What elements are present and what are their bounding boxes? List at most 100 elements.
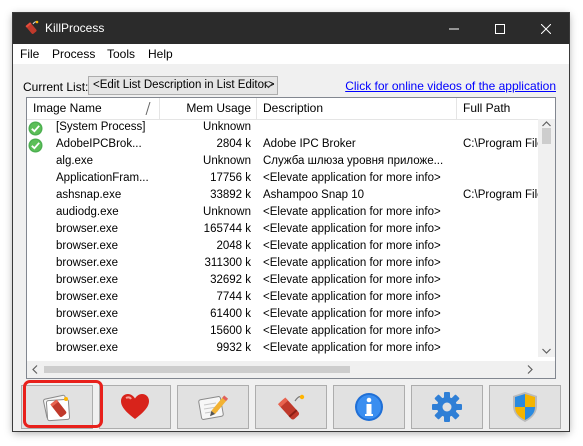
cell-image-name: audiodg.exe	[56, 206, 119, 218]
dynamite-button[interactable]	[255, 385, 327, 429]
scroll-right-icon[interactable]	[527, 365, 533, 374]
menu-help[interactable]: Help	[148, 47, 173, 61]
current-list-label: Current List:	[23, 80, 89, 94]
column-full-path[interactable]: Full Path	[463, 98, 510, 119]
table-row[interactable]: ApplicationFram... 17756 k <Elevate applic…	[27, 171, 537, 188]
scroll-up-icon[interactable]	[542, 121, 551, 127]
vertical-scrollbar[interactable]	[538, 119, 555, 357]
cell-description: <Elevate application for more info>	[263, 240, 441, 252]
table-row[interactable]: alg.exe Unknown Служба шлюза уровня прилож…	[27, 154, 537, 171]
scroll-left-icon[interactable]	[32, 365, 38, 374]
cell-image-name: browser.exe	[56, 308, 119, 320]
table-row[interactable]: browser.exe 15600 k <Elevate application f…	[27, 324, 537, 341]
cell-description: <Elevate application for more info>	[263, 308, 441, 320]
cell-mem-usage: Unknown	[203, 206, 251, 218]
cell-image-name: browser.exe	[56, 325, 119, 337]
settings-gear-icon	[432, 392, 462, 422]
cell-mem-usage: 9932 k	[216, 342, 251, 354]
online-videos-link[interactable]: Click for online videos of the applicati…	[345, 79, 556, 93]
menu-file[interactable]: File	[20, 47, 39, 61]
cell-image-name: ApplicationFram...	[56, 172, 149, 184]
table-row[interactable]: browser.exe 2048 k <Elevate application fo…	[27, 239, 537, 256]
table-row[interactable]: browser.exe 311300 k <Elevate application …	[27, 256, 537, 273]
minimize-button[interactable]	[431, 13, 477, 44]
uac-elevate-button[interactable]	[489, 385, 561, 429]
menu-tools[interactable]: Tools	[107, 47, 135, 61]
cell-description: <Elevate application for more info>	[263, 274, 441, 286]
table-row[interactable]: ashsnap.exe 33892 k Ashampoo Snap 10 C:\Pro…	[27, 188, 544, 205]
list-header: Image Name Mem Usage Description Full Pa…	[27, 98, 555, 120]
scroll-down-icon[interactable]	[542, 348, 551, 354]
list-editor-icon	[198, 395, 229, 420]
cell-description: <Elevate application for more info>	[263, 223, 441, 235]
table-row[interactable]: AdobeIPCBrok... 2804 k Adobe IPC Broker C:\…	[27, 137, 544, 154]
info-button[interactable]	[333, 385, 405, 429]
dynamite-icon	[277, 394, 305, 420]
cell-mem-usage: 165744 k	[203, 223, 251, 235]
menu-bar: File Process Tools Help	[13, 44, 569, 64]
cell-mem-usage: 61400 k	[210, 308, 251, 320]
uac-shield-icon	[513, 392, 537, 422]
cell-description: Служба шлюза уровня приложе...	[263, 155, 444, 167]
cell-image-name: browser.exe	[56, 342, 119, 354]
column-mem-usage[interactable]: Mem Usage	[160, 98, 251, 119]
table-row[interactable]: browser.exe 32692 k <Elevate application f…	[27, 273, 537, 290]
menu-process[interactable]: Process	[52, 47, 95, 61]
list-editor-button[interactable]	[177, 385, 249, 429]
column-description[interactable]: Description	[263, 98, 323, 119]
cell-image-name: browser.exe	[56, 257, 119, 269]
table-row[interactable]: browser.exe 165744 k <Elevate application …	[27, 222, 537, 239]
table-row[interactable]: browser.exe 7744 k <Elevate application fo…	[27, 290, 537, 307]
minimize-icon	[449, 28, 459, 29]
cell-description: <Elevate application for more info>	[263, 257, 441, 269]
title-bar: KillProcess	[13, 13, 569, 44]
check-status-icon	[28, 121, 43, 136]
table-row[interactable]: audiodg.exe Unknown <Elevate application f…	[27, 205, 537, 222]
maximize-button[interactable]	[477, 13, 523, 44]
killprocess-window: KillProcess File Process Tools Help Curr…	[13, 13, 569, 431]
column-resize-mark-icon	[145, 102, 151, 115]
table-row[interactable]: browser.exe 9932 k <Elevate application fo…	[27, 341, 537, 358]
scrollbar-corner	[538, 361, 555, 378]
window-title: KillProcess	[45, 21, 105, 35]
cell-description: <Elevate application for more info>	[263, 172, 441, 184]
cell-description: <Elevate application for more info>	[263, 325, 441, 337]
vertical-scroll-thumb[interactable]	[542, 128, 551, 144]
process-list[interactable]: Image Name Mem Usage Description Full Pa…	[26, 97, 556, 379]
cell-mem-usage: 2048 k	[216, 240, 251, 252]
highlight-annotation	[23, 380, 103, 428]
cell-mem-usage: Unknown	[203, 155, 251, 167]
cell-description: <Elevate application for more info>	[263, 206, 441, 218]
cell-image-name: browser.exe	[56, 274, 119, 286]
cell-image-name: browser.exe	[56, 223, 119, 235]
cell-mem-usage: 311300 k	[204, 257, 251, 269]
cell-mem-usage: 15600 k	[210, 325, 251, 337]
cell-mem-usage: 17756 k	[210, 172, 251, 184]
heart-icon	[121, 394, 149, 419]
dynamite-app-icon	[25, 20, 39, 34]
horizontal-scroll-thumb[interactable]	[44, 366, 350, 373]
info-icon	[355, 393, 383, 421]
favorite-button[interactable]	[99, 385, 171, 429]
cell-mem-usage: 32692 k	[210, 274, 251, 286]
cell-image-name: browser.exe	[56, 240, 119, 252]
cell-mem-usage: 7744 k	[216, 291, 251, 303]
cell-description: Ashampoo Snap 10	[263, 189, 365, 201]
cell-image-name: browser.exe	[56, 291, 119, 303]
cell-image-name: AdobeIPCBrok...	[56, 138, 142, 150]
cell-image-name: [System Process]	[56, 121, 146, 133]
column-image-name[interactable]: Image Name	[33, 98, 102, 119]
current-list-value: <Edit List Description in List Editor>	[93, 79, 275, 91]
table-row[interactable]: [System Process] Unknown	[27, 120, 537, 137]
settings-button[interactable]	[411, 385, 483, 429]
maximize-icon	[495, 23, 505, 34]
cell-mem-usage: 2804 k	[216, 138, 251, 150]
close-icon	[541, 23, 551, 34]
cell-image-name: alg.exe	[56, 155, 94, 167]
current-list-dropdown[interactable]: <Edit List Description in List Editor>	[88, 76, 278, 95]
check-status-icon	[28, 138, 43, 153]
close-button[interactable]	[523, 13, 569, 44]
horizontal-scrollbar[interactable]	[27, 361, 538, 378]
cell-description: <Elevate application for more info>	[263, 342, 441, 354]
table-row[interactable]: browser.exe 61400 k <Elevate application f…	[27, 307, 537, 324]
